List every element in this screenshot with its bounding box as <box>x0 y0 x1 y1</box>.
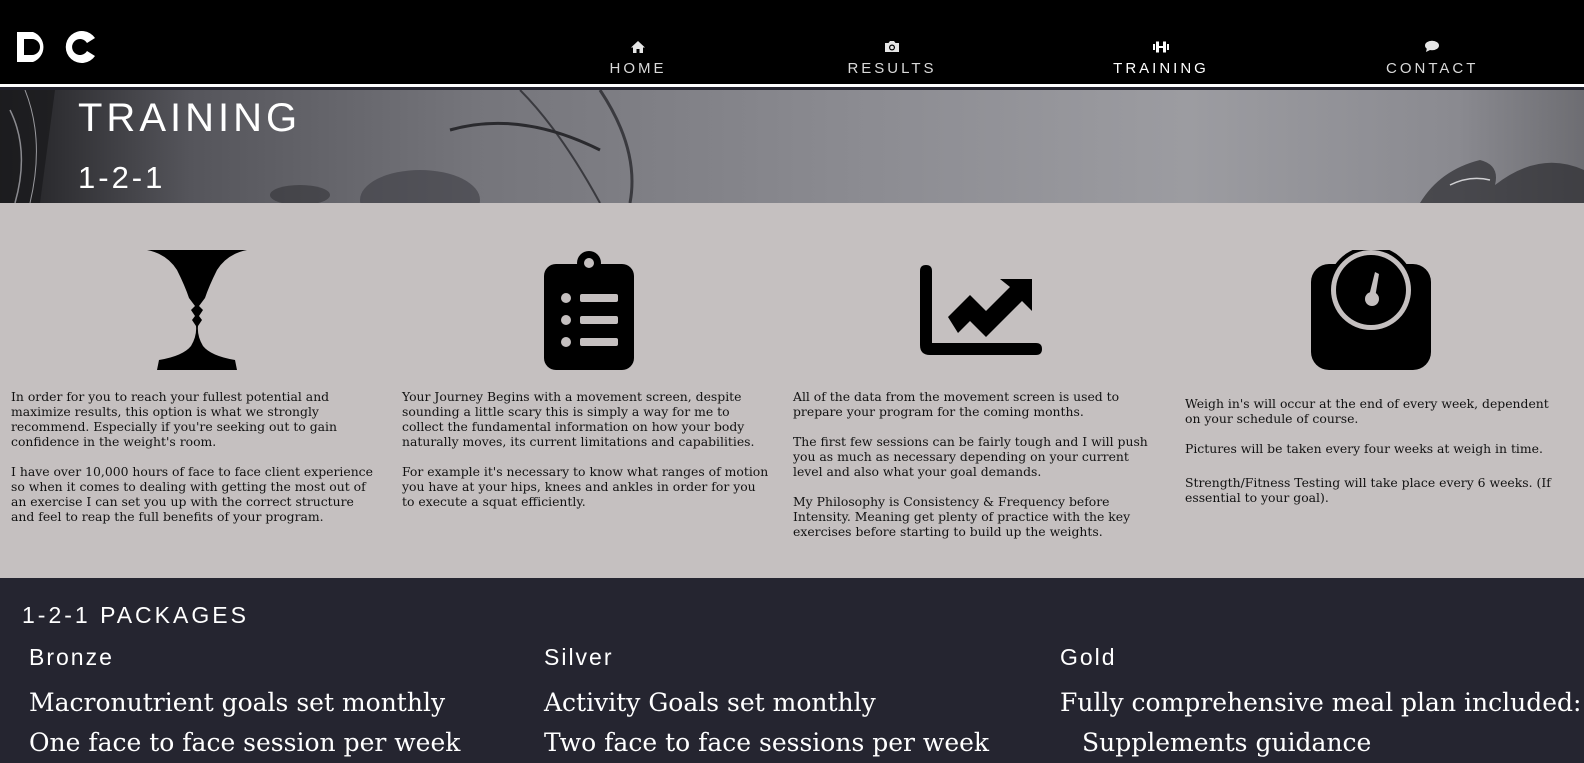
package-feature: Supplements guidance <box>1082 728 1372 757</box>
weighing-scale-icon <box>1311 246 1431 375</box>
feature-paragraph: Weigh in's will occur at the end of ever… <box>1185 396 1549 426</box>
package-name: Gold <box>1060 644 1117 670</box>
nav-item-training[interactable]: TRAINING <box>1113 40 1209 77</box>
face-vase-icon <box>147 250 247 375</box>
nav-item-results-label: RESULTS <box>847 60 937 77</box>
nav-item-training-label: TRAINING <box>1113 60 1209 77</box>
feature-text: Your Journey Begins with a movement scre… <box>402 389 770 524</box>
feature-paragraph: For example it's necessary to know what … <box>402 464 769 509</box>
nav-item-home[interactable]: HOME <box>603 40 673 77</box>
package-bronze: Bronze Macronutrient goals set monthly O… <box>29 644 460 763</box>
chart-line-up-icon <box>920 265 1042 362</box>
feature-paragraph: My Philosophy is Consistency & Frequency… <box>793 494 1131 539</box>
package-silver: Silver Activity Goals set monthly Two fa… <box>544 644 989 763</box>
nav-item-home-label: HOME <box>609 60 667 77</box>
packages-heading: 1-2-1 PACKAGES <box>22 602 249 628</box>
package-gold: Gold Fully comprehensive meal plan inclu… <box>1060 644 1581 763</box>
package-feature: Activity Goals set monthly <box>544 688 876 717</box>
feature-text: In order for you to reach your fullest p… <box>11 389 379 539</box>
nav-item-contact[interactable]: CONTACT <box>1386 40 1478 77</box>
package-feature: Two face to face sessions per week <box>544 728 990 757</box>
features-section: In order for you to reach your fullest p… <box>0 203 1584 578</box>
package-name: Silver <box>544 644 614 670</box>
packages-section: 1-2-1 PACKAGES Bronze Macronutrient goal… <box>0 578 1584 763</box>
feature-paragraph: In order for you to reach your fullest p… <box>11 389 337 449</box>
feature-paragraph: Strength/Fitness Testing will take place… <box>1185 475 1551 505</box>
package-feature: Macronutrient goals set monthly <box>29 688 446 717</box>
feature-paragraph: I have over 10,000 hours of face to face… <box>11 464 373 524</box>
clipboard-list-icon <box>544 250 634 375</box>
feature-paragraph: Pictures will be taken every four weeks … <box>1185 441 1543 456</box>
feature-paragraph: Your Journey Begins with a movement scre… <box>402 389 755 449</box>
camera-icon <box>846 40 938 56</box>
chat-bubble-icon <box>1386 40 1478 56</box>
page-subtitle: 1-2-1 <box>78 160 166 195</box>
dumbbell-icon <box>1113 40 1209 56</box>
dc-logo[interactable] <box>15 30 97 64</box>
feature-paragraph: All of the data from the movement screen… <box>793 389 1120 419</box>
home-icon <box>603 40 673 56</box>
nav-item-contact-label: CONTACT <box>1386 60 1479 77</box>
feature-text: Weigh in's will occur at the end of ever… <box>1185 396 1553 520</box>
package-feature: One face to face session per week <box>29 728 461 757</box>
page-title: TRAINING <box>78 96 302 140</box>
top-navigation-bar: HOME RESULTS TRAINING CONTACT <box>0 0 1584 87</box>
feature-paragraph: The first few sessions can be fairly tou… <box>793 434 1148 479</box>
package-name: Bronze <box>29 644 114 670</box>
hero-banner: TRAINING 1-2-1 <box>0 90 1584 203</box>
nav-item-results[interactable]: RESULTS <box>846 40 938 77</box>
package-feature: Fully comprehensive meal plan included: <box>1060 688 1582 717</box>
feature-text: All of the data from the movement screen… <box>793 389 1161 554</box>
